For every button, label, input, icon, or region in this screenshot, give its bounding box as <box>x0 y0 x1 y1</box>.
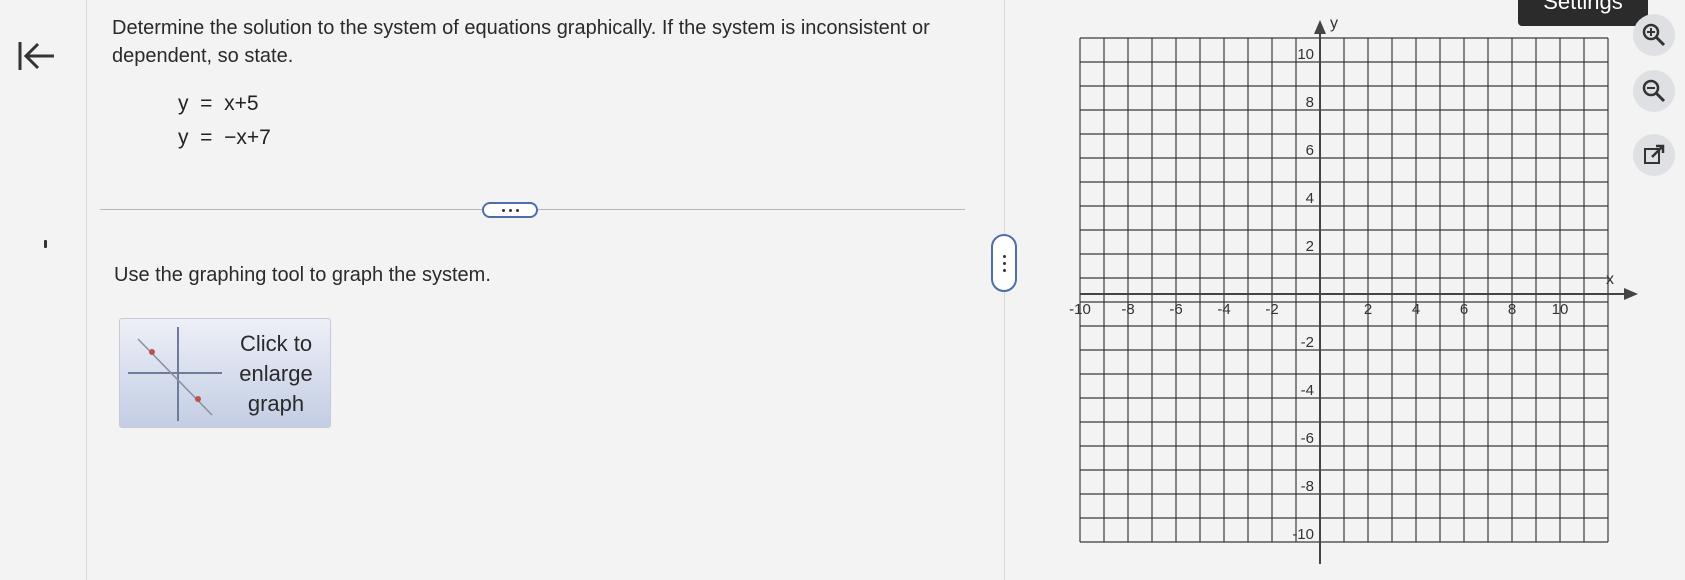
back-to-start-icon[interactable] <box>16 36 56 76</box>
x-tick-label: -4 <box>1217 301 1230 318</box>
x-axis-label: x <box>1606 271 1614 288</box>
equation-2: y = −x+7 <box>178 126 271 149</box>
x-tick-label: -6 <box>1169 301 1182 318</box>
x-tick-label: 2 <box>1364 301 1372 318</box>
zoom-in-button[interactable] <box>1633 14 1675 56</box>
question-text: Determine the solution to the system of … <box>112 17 930 67</box>
graph-thumbnail-icon <box>128 327 222 421</box>
y-tick-label: -10 <box>1292 526 1314 543</box>
x-tick-label: -2 <box>1265 301 1278 318</box>
x-axis-arrow <box>1624 288 1638 300</box>
y-tick-label: 10 <box>1297 46 1314 63</box>
y-tick-label: 6 <box>1306 142 1314 159</box>
x-tick-label: 8 <box>1508 301 1516 318</box>
zoom-in-icon <box>1642 23 1666 47</box>
y-tick-label: -6 <box>1301 430 1314 447</box>
settings-button[interactable]: Settings <box>1518 0 1648 26</box>
graphing-grid[interactable]: x y -10 -8 -6 -4 -2 2 4 6 8 10 10 8 6 4 2 -2 -4 -6 -8 -10 <box>1060 8 1640 580</box>
y-tick-label: -2 <box>1301 334 1314 351</box>
y-tick-label: 2 <box>1306 238 1314 255</box>
x-tick-label: 6 <box>1460 301 1468 318</box>
y-axis-label: y <box>1330 15 1338 32</box>
enlarge-graph-label: Click to enlarge graph <box>239 331 313 416</box>
zoom-out-button[interactable] <box>1633 70 1675 112</box>
x-tick-label: -8 <box>1121 301 1134 318</box>
left-rail <box>0 0 87 580</box>
popout-button[interactable] <box>1633 134 1675 176</box>
y-tick-label: 4 <box>1306 190 1314 207</box>
x-tick-label: -10 <box>1069 301 1091 318</box>
y-tick-label: -8 <box>1301 478 1314 495</box>
show-more-button[interactable] <box>482 202 538 218</box>
zoom-out-icon <box>1642 79 1666 103</box>
x-tick-label: 10 <box>1552 301 1569 318</box>
x-tick-labels: -10 -8 -6 -4 -2 2 4 6 8 10 <box>1069 301 1568 318</box>
y-tick-label: 8 <box>1306 94 1314 111</box>
x-tick-label: 4 <box>1412 301 1420 318</box>
external-link-icon <box>1644 144 1665 164</box>
y-tick-label: -4 <box>1301 382 1314 399</box>
panel-resize-handle[interactable] <box>991 234 1017 292</box>
grid-lines <box>1079 37 1609 543</box>
enlarge-graph-button[interactable]: Click to enlarge graph <box>119 318 331 428</box>
y-axis-arrow <box>1314 20 1326 34</box>
marker <box>44 240 47 248</box>
instruction-text: Use the graphing tool to graph the syste… <box>114 264 491 286</box>
equation-1: y = x+5 <box>178 92 259 115</box>
